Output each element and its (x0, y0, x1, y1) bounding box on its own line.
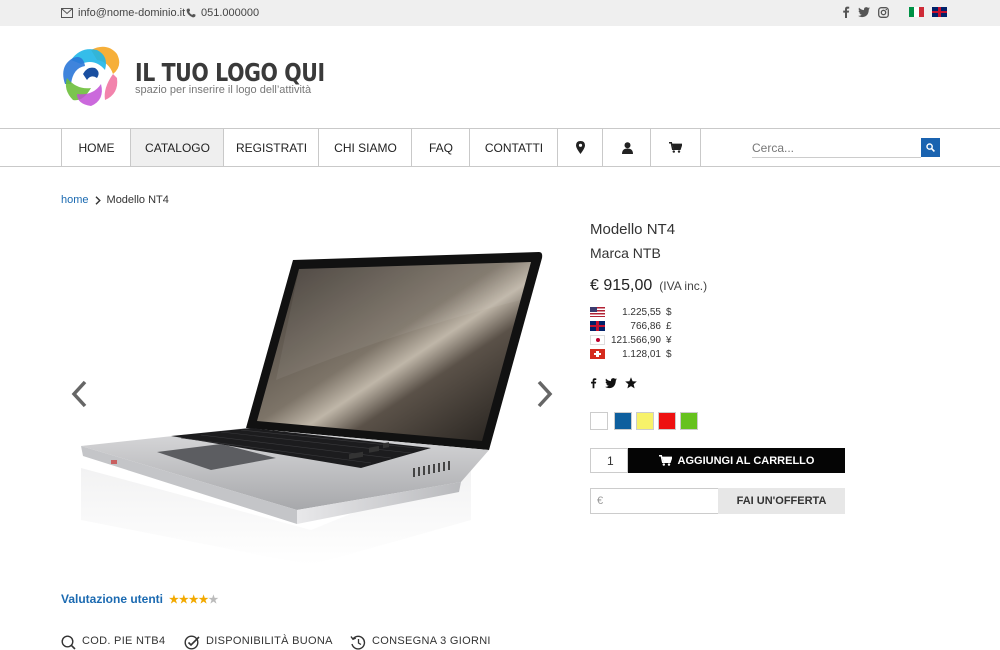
breadcrumb-home[interactable]: home (61, 194, 89, 206)
nav-registrati[interactable]: REGISTRATI (223, 129, 319, 166)
nav-home[interactable]: HOME (61, 129, 131, 166)
envelope-icon (61, 8, 73, 18)
nav-chi-siamo[interactable]: CHI SIAMO (318, 129, 412, 166)
search-icon (61, 635, 76, 650)
logo-title: IL TUO LOGO QUI (135, 58, 325, 87)
history-icon (350, 635, 366, 650)
logo-subtitle: spazio per inserire il logo dell’attivit… (135, 84, 312, 96)
user-rating: Valutazione utenti ★★★★★ (61, 592, 218, 606)
availability-text: DISPONIBILITÀ BUONA (206, 635, 333, 647)
make-offer-button[interactable]: FAI UN'OFFERTA (718, 488, 845, 514)
quantity-input[interactable]: 1 (590, 448, 628, 473)
currency-row-chf: 1.128,01 $ (590, 347, 672, 361)
currency-value: 121.566,90 (610, 334, 661, 346)
currency-row-usd: 1.225,55 $ (590, 305, 672, 319)
nav-location[interactable] (557, 129, 603, 166)
phone-icon (186, 8, 196, 18)
star-filled-icon: ★ (169, 594, 179, 606)
nav-account[interactable] (602, 129, 651, 166)
rating-label: Valutazione utenti (61, 592, 164, 606)
color-swatch-red[interactable] (658, 412, 676, 430)
delivery-text: CONSEGNA 3 GIORNI (372, 635, 491, 647)
chevron-left-icon (71, 380, 87, 408)
email-contact[interactable]: info@nome-dominio.it (61, 7, 185, 19)
currency-symbol: £ (666, 320, 672, 332)
currency-value: 1.225,55 (622, 306, 661, 318)
star-filled-icon: ★ (178, 594, 189, 606)
product-code: COD. PIE NTB4 (61, 635, 165, 650)
star-filled-icon: ★ (198, 594, 209, 606)
share-links (590, 377, 637, 389)
phone-text: 051.000000 (201, 7, 260, 19)
product-code-text: COD. PIE NTB4 (82, 635, 166, 647)
next-image-button[interactable] (534, 378, 554, 410)
currency-symbol: ¥ (666, 334, 672, 346)
product-price: € 915,00 (IVA inc.) (590, 277, 707, 295)
english-flag-icon[interactable] (932, 7, 947, 17)
offer-input[interactable]: € (590, 488, 719, 514)
search-icon (926, 143, 935, 152)
cart-icon (669, 142, 682, 153)
previous-image-button[interactable] (70, 378, 90, 410)
email-text: info@nome-dominio.it (78, 7, 186, 19)
logo-icon (63, 46, 120, 106)
search-button[interactable] (921, 138, 940, 157)
phone-contact[interactable]: 051.000000 (186, 7, 259, 19)
nav-cart[interactable] (650, 129, 701, 166)
italian-flag-icon[interactable] (909, 7, 924, 17)
color-swatch-green[interactable] (680, 412, 698, 430)
chevron-right-icon (537, 380, 553, 408)
currency-value: 1.128,01 (622, 348, 661, 360)
breadcrumb-current: Modello NT4 (106, 194, 169, 206)
currency-symbol: $ (666, 306, 672, 318)
ch-flag-icon (590, 349, 605, 359)
map-marker-icon (576, 141, 585, 154)
breadcrumb: home Modello NT4 (61, 194, 169, 206)
vat-note: (IVA inc.) (659, 279, 708, 293)
product-image (61, 220, 561, 570)
instagram-icon[interactable] (878, 6, 889, 18)
star-filled-icon: ★ (188, 594, 199, 606)
check-circle-icon (184, 635, 200, 650)
price-value: € 915,00 (590, 277, 653, 294)
availability: DISPONIBILITÀ BUONA (184, 635, 333, 650)
add-to-cart-button[interactable]: AGGIUNGI AL CARRELLO (628, 448, 845, 473)
add-to-cart-label: AGGIUNGI AL CARRELLO (677, 454, 815, 467)
nav-faq[interactable]: FAQ (411, 129, 470, 166)
color-swatch-blue[interactable] (614, 412, 632, 430)
nav-contatti[interactable]: CONTATTI (469, 129, 558, 166)
jp-flag-icon (590, 335, 605, 345)
star-empty-icon: ★ (208, 594, 219, 606)
search-input[interactable] (752, 138, 921, 158)
rating-stars: ★★★★★ (169, 592, 218, 606)
product-title: Modello NT4 (590, 221, 676, 238)
color-swatch-white[interactable] (590, 412, 608, 430)
facebook-icon[interactable] (842, 6, 850, 18)
star-icon[interactable] (625, 377, 637, 389)
currency-value: 766,86 (630, 320, 661, 332)
cart-icon (658, 455, 672, 466)
social-links (842, 6, 947, 18)
currency-symbol: $ (666, 348, 672, 360)
logo[interactable] (61, 44, 123, 108)
product-brand: Marca NTB (590, 245, 661, 261)
twitter-icon[interactable] (605, 377, 617, 389)
color-swatch-yellow[interactable] (636, 412, 654, 430)
facebook-icon[interactable] (590, 377, 597, 389)
nav-catalogo[interactable]: CATALOGO (130, 129, 224, 166)
currency-row-jpy: 121.566,90 ¥ (590, 333, 672, 347)
twitter-icon[interactable] (858, 6, 870, 18)
currency-row-gbp: 766,86 £ (590, 319, 672, 333)
search-box (752, 138, 940, 158)
uk-flag-icon (590, 321, 605, 331)
chevron-right-icon (95, 195, 101, 205)
user-icon (621, 141, 633, 154)
delivery-time: CONSEGNA 3 GIORNI (350, 635, 491, 650)
us-flag-icon (590, 307, 605, 317)
top-bar: info@nome-dominio.it 051.000000 (0, 0, 1000, 26)
laptop-image (81, 252, 543, 565)
